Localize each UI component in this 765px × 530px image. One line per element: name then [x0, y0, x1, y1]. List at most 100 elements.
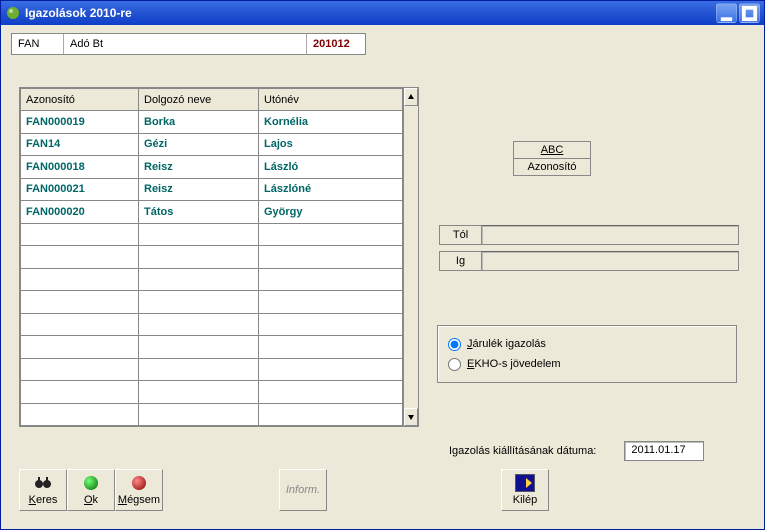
table-cell[interactable]: [139, 381, 259, 404]
table-cell[interactable]: [21, 268, 139, 291]
scroll-up-button[interactable]: [404, 88, 418, 106]
company-cell: Adó Bt: [64, 34, 307, 54]
table-cell[interactable]: [139, 336, 259, 359]
table-cell[interactable]: Gézi: [139, 133, 259, 156]
ok-icon: [82, 474, 100, 492]
table-cell[interactable]: FAN14: [21, 133, 139, 156]
table-cell[interactable]: [259, 313, 403, 336]
table-cell[interactable]: [21, 223, 139, 246]
to-field[interactable]: [481, 251, 739, 271]
issue-date-row: Igazolás kiállításának dátuma: 2011.01.1…: [449, 441, 704, 461]
window-title: Igazolások 2010-re: [25, 6, 716, 20]
toolbar: Keres Ok Mégsem: [19, 469, 163, 511]
radio-ekho[interactable]: EKHO-s jövedelem: [448, 354, 726, 374]
table-cell[interactable]: [139, 403, 259, 426]
sort-box: ABC Azonosító: [513, 141, 591, 176]
table-cell[interactable]: [21, 246, 139, 269]
cancel-icon: [130, 474, 148, 492]
table-row[interactable]: [21, 381, 403, 404]
table-cell[interactable]: Tátos: [139, 201, 259, 224]
radio-ekho-input[interactable]: [448, 358, 461, 371]
table-cell[interactable]: [21, 336, 139, 359]
app-icon: [5, 5, 21, 21]
cancel-button[interactable]: Mégsem: [115, 469, 163, 511]
cert-type-group: Járulék igazolás EKHO-s jövedelem: [437, 325, 737, 383]
table-cell[interactable]: [21, 403, 139, 426]
radio-jarulek[interactable]: Járulék igazolás: [448, 334, 726, 354]
app-window: Igazolások 2010-re Adó Bt 201012 Azonosí…: [0, 0, 765, 530]
exit-icon: [515, 474, 535, 492]
table-row[interactable]: [21, 336, 403, 359]
exit-button[interactable]: Kilép: [501, 469, 549, 511]
table-cell[interactable]: [139, 291, 259, 314]
table-row[interactable]: FAN000019BorkaKornélia: [21, 111, 403, 134]
table-row[interactable]: [21, 268, 403, 291]
titlebar: Igazolások 2010-re: [1, 1, 764, 25]
col-header-id[interactable]: Azonosító: [21, 89, 139, 111]
table-cell[interactable]: Reisz: [139, 156, 259, 179]
from-field[interactable]: [481, 225, 739, 245]
issue-date-field[interactable]: 2011.01.17: [624, 441, 704, 461]
table-cell[interactable]: [21, 291, 139, 314]
table-cell[interactable]: Borka: [139, 111, 259, 134]
ok-button[interactable]: Ok: [67, 469, 115, 511]
table-row[interactable]: [21, 403, 403, 426]
table-row[interactable]: [21, 223, 403, 246]
table-cell[interactable]: [259, 358, 403, 381]
table-row[interactable]: [21, 246, 403, 269]
table-cell[interactable]: FAN000018: [21, 156, 139, 179]
table-cell[interactable]: [259, 268, 403, 291]
table-cell[interactable]: [259, 246, 403, 269]
table-cell[interactable]: Reisz: [139, 178, 259, 201]
maximize-button[interactable]: [739, 3, 760, 23]
grid-scrollbar[interactable]: [403, 88, 418, 426]
table-cell[interactable]: [259, 336, 403, 359]
binoculars-icon: [34, 474, 52, 492]
table-cell[interactable]: [21, 313, 139, 336]
employee-table[interactable]: Azonosító Dolgozó neve Utónév FAN000019B…: [20, 88, 403, 426]
table-cell[interactable]: [259, 403, 403, 426]
table-cell[interactable]: Lajos: [259, 133, 403, 156]
inform-button: Inform.: [279, 469, 327, 511]
table-row[interactable]: [21, 291, 403, 314]
table-row[interactable]: [21, 358, 403, 381]
table-cell[interactable]: [259, 381, 403, 404]
table-cell[interactable]: [259, 223, 403, 246]
search-button[interactable]: Keres: [19, 469, 67, 511]
col-header-given[interactable]: Utónév: [259, 89, 403, 111]
table-cell[interactable]: [21, 358, 139, 381]
code-cell[interactable]: [12, 34, 64, 54]
sort-id-button[interactable]: Azonosító: [514, 159, 590, 175]
table-cell[interactable]: [139, 358, 259, 381]
table-cell[interactable]: [139, 223, 259, 246]
table-cell[interactable]: [259, 291, 403, 314]
table-row[interactable]: FAN000018ReiszLászló: [21, 156, 403, 179]
from-label: Tól: [439, 225, 481, 245]
top-fields: Adó Bt 201012: [11, 33, 366, 55]
table-cell[interactable]: [139, 313, 259, 336]
table-row[interactable]: FAN000021ReiszLászlóné: [21, 178, 403, 201]
to-label: Ig: [439, 251, 481, 271]
code-input[interactable]: [18, 38, 57, 50]
range-group: Tól Ig: [439, 225, 739, 271]
table-row[interactable]: [21, 313, 403, 336]
scroll-track[interactable]: [404, 106, 418, 408]
table-row[interactable]: FAN000020TátosGyörgy: [21, 201, 403, 224]
radio-jarulek-input[interactable]: [448, 338, 461, 351]
table-row[interactable]: FAN14GéziLajos: [21, 133, 403, 156]
table-cell[interactable]: Kornélia: [259, 111, 403, 134]
table-cell[interactable]: [21, 381, 139, 404]
table-cell[interactable]: [139, 246, 259, 269]
sort-abc-button[interactable]: ABC: [514, 142, 590, 159]
table-cell[interactable]: FAN000020: [21, 201, 139, 224]
table-cell[interactable]: Lászlóné: [259, 178, 403, 201]
scroll-down-button[interactable]: [404, 408, 418, 426]
table-cell[interactable]: György: [259, 201, 403, 224]
col-header-surname[interactable]: Dolgozó neve: [139, 89, 259, 111]
table-cell[interactable]: [139, 268, 259, 291]
period-cell: 201012: [307, 34, 365, 54]
table-cell[interactable]: László: [259, 156, 403, 179]
table-cell[interactable]: FAN000021: [21, 178, 139, 201]
table-cell[interactable]: FAN000019: [21, 111, 139, 134]
minimize-button[interactable]: [716, 3, 737, 23]
